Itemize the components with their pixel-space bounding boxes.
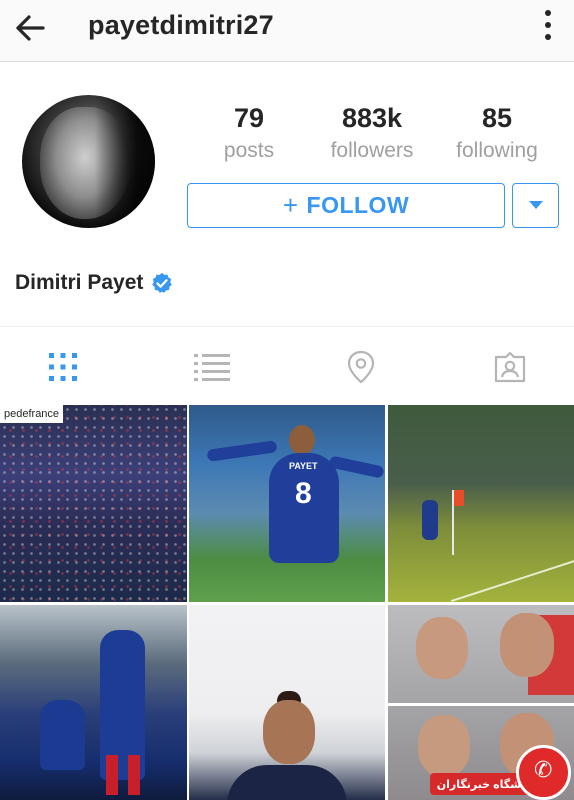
- watermark-glyph-icon: ✆: [534, 757, 553, 782]
- grid-photo[interactable]: [189, 605, 385, 800]
- grid-photo[interactable]: PAYET 8: [189, 405, 385, 602]
- menu-dot-icon: [545, 10, 551, 16]
- verified-badge-icon: [152, 272, 173, 293]
- profile-username: payetdimitri27: [88, 10, 274, 40]
- player-sock: [106, 755, 118, 795]
- location-pin-icon: [347, 350, 375, 384]
- haircut-head: [416, 617, 468, 679]
- player-head: [289, 425, 315, 455]
- followers-stat[interactable]: 883k followers: [312, 102, 432, 168]
- avatar-shadow: [95, 95, 155, 228]
- player-sock: [128, 755, 140, 795]
- profile-avatar[interactable]: [22, 95, 155, 228]
- posts-stat[interactable]: 79 posts: [189, 102, 309, 168]
- grid-photo[interactable]: [388, 405, 574, 602]
- suggested-dropdown-button[interactable]: [512, 183, 559, 228]
- player-figure: [40, 700, 85, 770]
- menu-dot-icon: [545, 34, 551, 40]
- tab-list[interactable]: [190, 348, 234, 386]
- jersey-name: PAYET: [289, 461, 318, 471]
- player-figure: [422, 500, 438, 540]
- follow-button[interactable]: + FOLLOW: [187, 183, 505, 228]
- back-button[interactable]: [10, 8, 50, 48]
- player-face: [263, 700, 315, 764]
- grid-photo[interactable]: pedefrance: [0, 405, 187, 602]
- profile-full-name-row: Dimitri Payet: [15, 271, 173, 295]
- collage-separator: [388, 703, 574, 706]
- followers-label: followers: [330, 139, 414, 162]
- posts-count: 79: [233, 103, 265, 133]
- photo-grid: pedefrance PAYET 8: [0, 405, 574, 800]
- tagged-icon: [494, 351, 526, 383]
- tab-photo-map[interactable]: [339, 348, 383, 386]
- plus-icon: +: [282, 190, 299, 220]
- followers-count: 883k: [341, 103, 403, 133]
- player-arm: [206, 440, 278, 462]
- profile-full-name: Dimitri Payet: [15, 271, 144, 294]
- news-agency-watermark: باشگاه خبرنگاران ✆: [430, 745, 574, 800]
- caret-down-icon: [528, 201, 543, 209]
- back-arrow-icon: [16, 15, 45, 41]
- crowd-pattern: [0, 405, 187, 602]
- grid-icon: [49, 353, 77, 381]
- app-bar: payetdimitri27: [0, 0, 574, 62]
- list-icon: [194, 354, 230, 381]
- corner-flag: [454, 490, 464, 506]
- follow-label: FOLLOW: [306, 192, 410, 218]
- pitch-line: [450, 559, 574, 602]
- following-label: following: [456, 139, 538, 162]
- grid-photo[interactable]: [0, 605, 187, 800]
- section-divider: [0, 326, 574, 327]
- posts-label: posts: [223, 139, 275, 162]
- player-shirt: [227, 765, 347, 800]
- tab-tagged[interactable]: [488, 348, 532, 386]
- overflow-menu-button[interactable]: [536, 8, 560, 42]
- jersey-number: 8: [295, 477, 312, 510]
- following-stat[interactable]: 85 following: [437, 102, 557, 168]
- haircut-head: [500, 613, 554, 677]
- photo-caption: pedefrance: [0, 405, 64, 423]
- tab-grid[interactable]: [41, 348, 85, 386]
- following-count: 85: [481, 103, 513, 133]
- menu-dot-icon: [545, 22, 551, 28]
